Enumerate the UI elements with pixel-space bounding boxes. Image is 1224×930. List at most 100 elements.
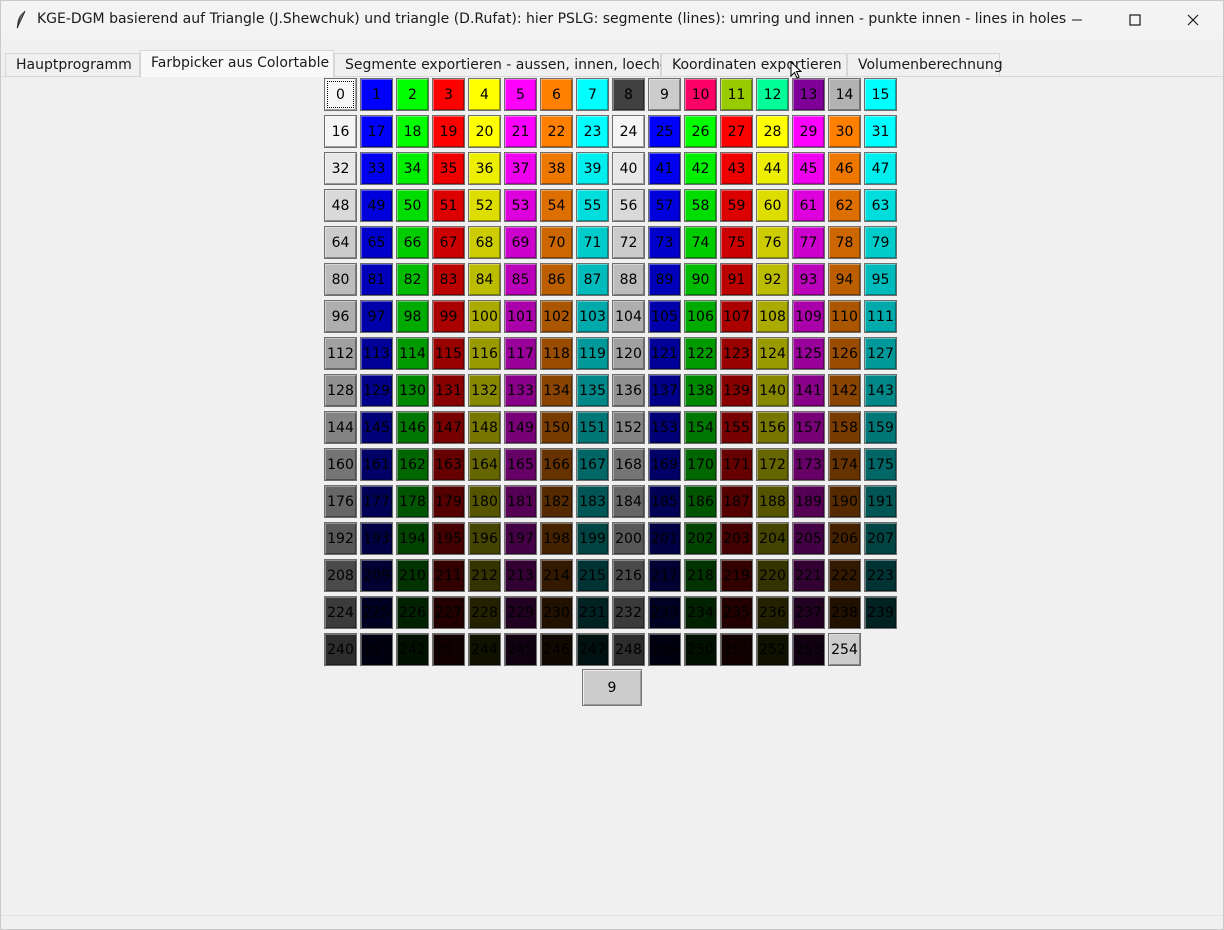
color-cell[interactable]: 112: [324, 337, 357, 370]
color-cell[interactable]: 37: [504, 152, 537, 185]
color-cell[interactable]: 209: [360, 559, 393, 592]
color-cell[interactable]: 62: [828, 189, 861, 222]
color-cell[interactable]: 232: [612, 596, 645, 629]
color-cell[interactable]: 50: [396, 189, 429, 222]
color-cell[interactable]: 2: [396, 78, 429, 111]
color-cell[interactable]: 92: [756, 263, 789, 296]
color-cell[interactable]: 43: [720, 152, 753, 185]
color-cell[interactable]: 188: [756, 485, 789, 518]
color-cell[interactable]: 39: [576, 152, 609, 185]
color-cell[interactable]: 100: [468, 300, 501, 333]
color-cell[interactable]: 145: [360, 411, 393, 444]
color-cell[interactable]: 15: [864, 78, 897, 111]
color-cell[interactable]: 3: [432, 78, 465, 111]
color-cell[interactable]: 252: [756, 633, 789, 666]
color-cell[interactable]: 149: [504, 411, 537, 444]
color-cell[interactable]: 248: [612, 633, 645, 666]
color-cell[interactable]: 191: [864, 485, 897, 518]
color-cell[interactable]: 180: [468, 485, 501, 518]
color-cell[interactable]: 154: [684, 411, 717, 444]
color-cell[interactable]: 135: [576, 374, 609, 407]
color-cell[interactable]: 5: [504, 78, 537, 111]
color-cell[interactable]: 35: [432, 152, 465, 185]
color-cell[interactable]: 183: [576, 485, 609, 518]
maximize-button[interactable]: [1106, 1, 1164, 39]
color-cell[interactable]: 118: [540, 337, 573, 370]
color-cell[interactable]: 52: [468, 189, 501, 222]
title-bar[interactable]: KGE-DGM basierend auf Triangle (J.Shewch…: [1, 1, 1223, 39]
color-cell[interactable]: 69: [504, 226, 537, 259]
color-cell[interactable]: 249: [648, 633, 681, 666]
color-cell[interactable]: 157: [792, 411, 825, 444]
color-cell[interactable]: 173: [792, 448, 825, 481]
color-cell[interactable]: 115: [432, 337, 465, 370]
color-cell[interactable]: 13: [792, 78, 825, 111]
color-cell[interactable]: 205: [792, 522, 825, 555]
color-cell[interactable]: 97: [360, 300, 393, 333]
color-cell[interactable]: 131: [432, 374, 465, 407]
color-cell[interactable]: 51: [432, 189, 465, 222]
color-cell[interactable]: 93: [792, 263, 825, 296]
color-cell[interactable]: 60: [756, 189, 789, 222]
color-cell[interactable]: 150: [540, 411, 573, 444]
color-cell[interactable]: 139: [720, 374, 753, 407]
color-cell[interactable]: 236: [756, 596, 789, 629]
color-cell[interactable]: 17: [360, 115, 393, 148]
color-cell[interactable]: 64: [324, 226, 357, 259]
color-cell[interactable]: 156: [756, 411, 789, 444]
color-cell[interactable]: 204: [756, 522, 789, 555]
color-cell[interactable]: 181: [504, 485, 537, 518]
color-cell[interactable]: 177: [360, 485, 393, 518]
color-cell[interactable]: 24: [612, 115, 645, 148]
color-cell[interactable]: 168: [612, 448, 645, 481]
color-cell[interactable]: 40: [612, 152, 645, 185]
color-cell[interactable]: 123: [720, 337, 753, 370]
color-cell[interactable]: 160: [324, 448, 357, 481]
color-cell[interactable]: 178: [396, 485, 429, 518]
color-cell[interactable]: 76: [756, 226, 789, 259]
color-cell[interactable]: 48: [324, 189, 357, 222]
color-cell[interactable]: 108: [756, 300, 789, 333]
color-cell[interactable]: 247: [576, 633, 609, 666]
color-cell[interactable]: 192: [324, 522, 357, 555]
color-cell[interactable]: 218: [684, 559, 717, 592]
color-cell[interactable]: 27: [720, 115, 753, 148]
color-cell[interactable]: 29: [792, 115, 825, 148]
color-cell[interactable]: 20: [468, 115, 501, 148]
color-cell[interactable]: 224: [324, 596, 357, 629]
color-cell[interactable]: 142: [828, 374, 861, 407]
color-cell[interactable]: 141: [792, 374, 825, 407]
color-cell[interactable]: 19: [432, 115, 465, 148]
color-cell[interactable]: 134: [540, 374, 573, 407]
color-cell[interactable]: 176: [324, 485, 357, 518]
color-cell[interactable]: 83: [432, 263, 465, 296]
color-cell[interactable]: 120: [612, 337, 645, 370]
color-cell[interactable]: 25: [648, 115, 681, 148]
color-cell[interactable]: 163: [432, 448, 465, 481]
color-cell[interactable]: 152: [612, 411, 645, 444]
color-cell[interactable]: 186: [684, 485, 717, 518]
color-cell[interactable]: 80: [324, 263, 357, 296]
color-cell[interactable]: 6: [540, 78, 573, 111]
color-cell[interactable]: 54: [540, 189, 573, 222]
color-cell[interactable]: 94: [828, 263, 861, 296]
color-cell[interactable]: 171: [720, 448, 753, 481]
color-cell[interactable]: 212: [468, 559, 501, 592]
color-cell[interactable]: 127: [864, 337, 897, 370]
color-cell[interactable]: 143: [864, 374, 897, 407]
color-cell[interactable]: 30: [828, 115, 861, 148]
color-cell[interactable]: 250: [684, 633, 717, 666]
color-cell[interactable]: 222: [828, 559, 861, 592]
color-cell[interactable]: 243: [432, 633, 465, 666]
color-cell[interactable]: 109: [792, 300, 825, 333]
color-cell[interactable]: 158: [828, 411, 861, 444]
color-cell[interactable]: 254: [828, 633, 861, 666]
color-cell[interactable]: 140: [756, 374, 789, 407]
color-cell[interactable]: 226: [396, 596, 429, 629]
color-cell[interactable]: 196: [468, 522, 501, 555]
color-cell[interactable]: 179: [432, 485, 465, 518]
color-cell[interactable]: 169: [648, 448, 681, 481]
tab-farbpicker[interactable]: Farbpicker aus Colortable: [140, 50, 334, 77]
color-cell[interactable]: 159: [864, 411, 897, 444]
color-cell[interactable]: 174: [828, 448, 861, 481]
